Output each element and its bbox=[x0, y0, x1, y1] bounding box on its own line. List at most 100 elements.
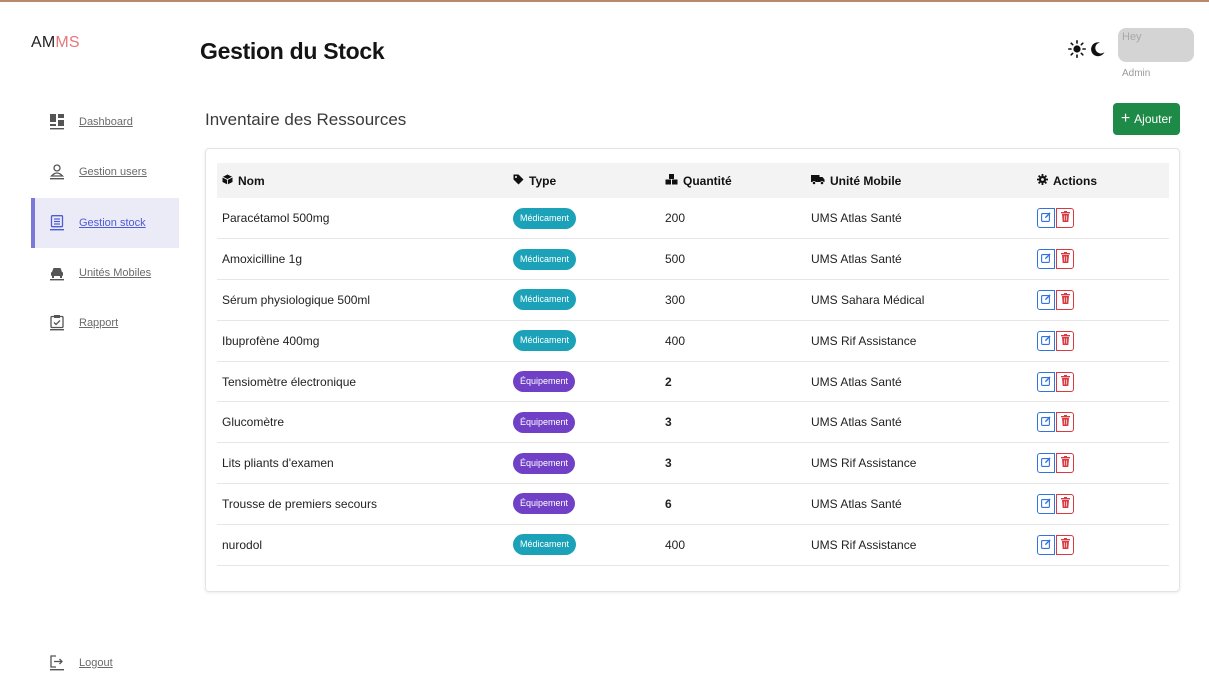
edit-button[interactable] bbox=[1037, 371, 1055, 392]
edit-button[interactable] bbox=[1037, 208, 1055, 229]
cell-type: Équipement bbox=[508, 361, 660, 402]
header-quantite-label: Quantité bbox=[683, 173, 732, 188]
cell-actions bbox=[1032, 320, 1169, 361]
dashboard-icon bbox=[49, 114, 65, 130]
cell-quantite: 6 bbox=[665, 496, 672, 511]
sidebar-item-label: Dashboard bbox=[79, 116, 133, 128]
page-title: Gestion du Stock bbox=[200, 38, 385, 64]
trash-icon bbox=[1060, 333, 1070, 348]
table-row: Glucomètre Équipement 3 UMS Atlas Santé bbox=[217, 402, 1169, 443]
edit-button[interactable] bbox=[1037, 249, 1055, 270]
edit-button[interactable] bbox=[1037, 534, 1055, 555]
header-quantite: Quantité bbox=[660, 163, 806, 198]
table-row: nurodol Médicament 400 UMS Rif Assistance bbox=[217, 524, 1169, 566]
header-type: Type bbox=[508, 163, 660, 198]
theme-toggle bbox=[1068, 40, 1106, 63]
trash-icon bbox=[1060, 252, 1070, 266]
sidebar-item-gestion-stock[interactable]: Gestion stock bbox=[31, 198, 179, 248]
cell-quantite: 400 bbox=[665, 333, 686, 348]
cell-actions bbox=[1032, 443, 1169, 484]
cell-unite: UMS Atlas Santé bbox=[811, 415, 902, 430]
cell-nom: Trousse de premiers secours bbox=[222, 496, 377, 511]
edit-button[interactable] bbox=[1037, 330, 1055, 351]
header-type-label: Type bbox=[529, 173, 557, 188]
trash-icon bbox=[1060, 496, 1070, 511]
sidebar: AMMS Dashboard Gestion users Gestion sto… bbox=[0, 0, 180, 678]
cell-type: Équipement bbox=[508, 402, 660, 443]
sidebar-item-gestion-users[interactable]: Gestion users bbox=[31, 147, 179, 197]
edit-button[interactable] bbox=[1037, 412, 1055, 433]
header-nom: Nom bbox=[217, 163, 508, 198]
cell-nom: Sérum physiologique 500ml bbox=[222, 292, 371, 307]
sun-icon[interactable] bbox=[1068, 40, 1087, 63]
cell-quantite: 3 bbox=[665, 415, 672, 430]
cell-quantite: 200 bbox=[665, 211, 686, 226]
cell-type: Médicament bbox=[508, 198, 660, 239]
header-unite-label: Unité Mobile bbox=[830, 173, 902, 188]
cell-unite: UMS Atlas Santé bbox=[811, 252, 902, 267]
logout-label: Logout bbox=[79, 657, 113, 669]
sidebar-item-label: Gestion stock bbox=[79, 217, 146, 229]
cell-type: Médicament bbox=[508, 524, 660, 565]
cell-actions bbox=[1032, 239, 1169, 280]
gear-icon bbox=[1037, 173, 1048, 188]
delete-button[interactable] bbox=[1056, 453, 1074, 474]
cell-nom: Glucomètre bbox=[222, 415, 285, 430]
cell-quantite: 3 bbox=[665, 456, 672, 471]
cell-unite: UMS Sahara Médical bbox=[811, 292, 925, 307]
cell-unite: UMS Rif Assistance bbox=[811, 456, 917, 471]
type-badge: Médicament bbox=[513, 207, 577, 229]
clipboard-icon bbox=[49, 315, 65, 331]
edit-button[interactable] bbox=[1037, 289, 1055, 310]
inventory-card: Nom Type Quantité Unité Mobile Actions P… bbox=[205, 148, 1180, 592]
box-icon bbox=[222, 174, 233, 188]
delete-button[interactable] bbox=[1056, 330, 1074, 351]
trash-icon bbox=[1060, 211, 1070, 225]
header-nom-label: Nom bbox=[238, 173, 265, 188]
table-row: Lits pliants d'examen Équipement 3 UMS Rif … bbox=[217, 443, 1169, 484]
cell-type: Équipement bbox=[508, 443, 660, 484]
cell-nom: Amoxicilline 1g bbox=[222, 252, 303, 267]
row-actions bbox=[1037, 330, 1169, 351]
edit-button[interactable] bbox=[1037, 493, 1055, 514]
delete-button[interactable] bbox=[1056, 208, 1074, 229]
user-greeting: Hey bbox=[1122, 31, 1142, 43]
delete-button[interactable] bbox=[1056, 371, 1074, 392]
sidebar-item-rapport[interactable]: Rapport bbox=[31, 298, 179, 348]
moon-icon[interactable] bbox=[1090, 41, 1106, 62]
delete-button[interactable] bbox=[1056, 289, 1074, 310]
cell-quantite: 500 bbox=[665, 252, 686, 267]
row-actions bbox=[1037, 208, 1169, 229]
add-resource-button[interactable]: + Ajouter bbox=[1113, 103, 1180, 135]
sidebar-item-unites-mobiles[interactable]: Unités Mobiles bbox=[31, 248, 179, 298]
delete-button[interactable] bbox=[1056, 249, 1074, 270]
cell-nom: nurodol bbox=[222, 537, 263, 552]
type-badge: Médicament bbox=[513, 330, 577, 352]
sidebar-item-label: Gestion users bbox=[79, 166, 147, 178]
sidebar-item-dashboard[interactable]: Dashboard bbox=[31, 97, 179, 147]
cell-type: Médicament bbox=[508, 320, 660, 361]
row-actions bbox=[1037, 412, 1169, 433]
type-badge: Médicament bbox=[513, 248, 577, 270]
trash-icon bbox=[1060, 537, 1070, 552]
logout-button[interactable]: Logout bbox=[31, 638, 179, 688]
brand-text-part2: MS bbox=[55, 34, 80, 51]
delete-button[interactable] bbox=[1056, 493, 1074, 514]
trash-icon bbox=[1060, 292, 1070, 307]
type-badge: Équipement bbox=[513, 371, 576, 393]
tag-icon bbox=[513, 174, 524, 188]
inventory-icon bbox=[49, 215, 65, 231]
delete-button[interactable] bbox=[1056, 412, 1074, 433]
cell-quantite: 2 bbox=[665, 374, 672, 389]
cell-actions bbox=[1032, 484, 1169, 525]
row-actions bbox=[1037, 289, 1169, 310]
sidebar-item-label: Unités Mobiles bbox=[79, 267, 152, 279]
delete-button[interactable] bbox=[1056, 534, 1074, 555]
edit-button[interactable] bbox=[1037, 453, 1055, 474]
section-title: Inventaire des Ressources bbox=[205, 110, 407, 129]
table-row: Paracétamol 500mg Médicament 200 UMS Atlas … bbox=[217, 198, 1169, 239]
cell-nom: Paracétamol 500mg bbox=[222, 211, 330, 226]
edit-icon bbox=[1041, 456, 1051, 470]
cell-actions bbox=[1032, 198, 1169, 239]
cell-type: Équipement bbox=[508, 484, 660, 525]
